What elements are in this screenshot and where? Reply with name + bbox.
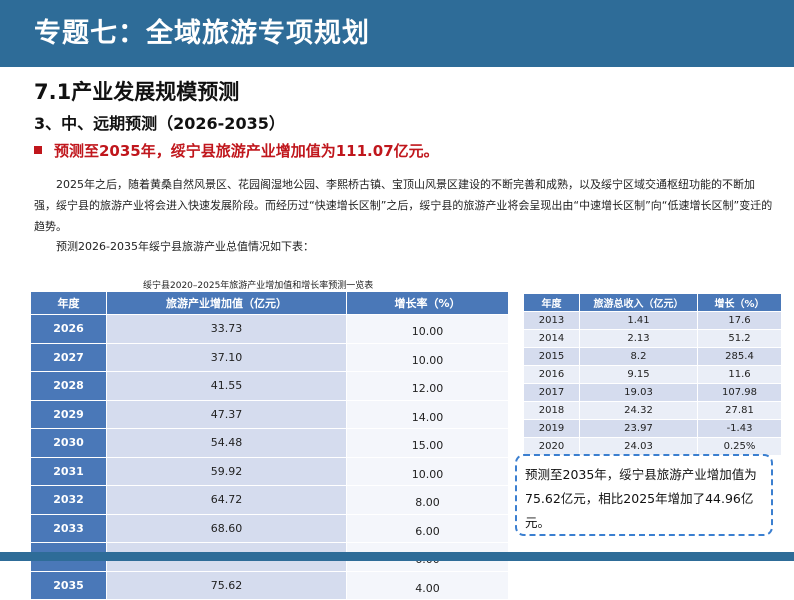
- history-table: 年度 旅游总收入（亿元） 增长（%） 2013 1.41 17.6 2014 2.13 5…: [523, 293, 782, 456]
- intro-text: 预测2026-2035年绥宁县旅游产业总值情况如下表：: [56, 240, 314, 253]
- table-row: 2035 75.62 4.00: [30, 570, 509, 600]
- table-row: 2026 33.73 10.00: [30, 314, 509, 344]
- cell-value: 68.60: [106, 513, 347, 543]
- cell-growth: 285.4: [697, 347, 782, 366]
- table-row: 2033 68.60 6.00: [30, 513, 509, 543]
- body-paragraph: 2025年之后，随着黄桑自然风景区、花园阁湿地公园、李熙桥古镇、宝顶山风景区建设…: [34, 178, 773, 233]
- cell-year: 2015: [523, 347, 580, 366]
- headline-text: 预测至2035年，绥宁县旅游产业增加值为111.07亿元。: [54, 142, 439, 160]
- cell-growth: 107.98: [697, 383, 782, 402]
- cell-year: 2018: [523, 401, 580, 420]
- table-row: 2015 8.2 285.4: [523, 347, 782, 366]
- cell-value: 47.37: [106, 399, 347, 429]
- cell-year: 2033: [30, 513, 107, 543]
- cell-revenue: 23.97: [579, 419, 698, 438]
- table-row: 2017 19.03 107.98: [523, 383, 782, 402]
- header-growth: 增长（%）: [697, 293, 782, 312]
- history-table-body: 2013 1.41 17.6 2014 2.13 51.2 2015 8.2 285.4 2016…: [523, 311, 782, 456]
- cell-value: 33.73: [106, 314, 347, 344]
- cell-revenue: 1.41: [579, 311, 698, 330]
- cell-growth: 10.00: [346, 342, 509, 372]
- table-row: 2029 47.37 14.00: [30, 399, 509, 429]
- table-row: 2032 64.72 8.00: [30, 485, 509, 515]
- cell-growth: 12.00: [346, 371, 509, 401]
- cell-growth: 11.6: [697, 365, 782, 384]
- cell-year: 2020: [523, 437, 580, 456]
- cell-revenue: 9.15: [579, 365, 698, 384]
- table-row: 2030 54.48 15.00: [30, 428, 509, 458]
- cell-value: 54.48: [106, 428, 347, 458]
- table-header-row: 年度 旅游产业增加值（亿元） 增长率（%）: [30, 291, 509, 315]
- cell-growth: 0.25%: [697, 437, 782, 456]
- cell-growth: 27.81: [697, 401, 782, 420]
- summary-note: 预测至2035年，绥宁县旅游产业增加值为75.62亿元，相比2025年增加了44…: [515, 454, 773, 536]
- cell-year: 2013: [523, 311, 580, 330]
- cell-growth: 8.00: [346, 485, 509, 515]
- cell-growth: 14.00: [346, 399, 509, 429]
- header-year: 年度: [523, 293, 580, 312]
- section-subtitle: 3、中、远期预测（2026-2035）: [34, 114, 285, 133]
- cell-year: 2019: [523, 419, 580, 438]
- cell-revenue: 19.03: [579, 383, 698, 402]
- cell-year: 2014: [523, 329, 580, 348]
- cell-revenue: 2.13: [579, 329, 698, 348]
- cell-growth: 51.2: [697, 329, 782, 348]
- table-row: 2020 24.03 0.25%: [523, 437, 782, 456]
- cell-year: 2035: [30, 570, 107, 600]
- cell-growth: 4.00: [346, 570, 509, 600]
- table-header-row: 年度 旅游总收入（亿元） 增长（%）: [523, 293, 782, 312]
- cell-year: 2028: [30, 371, 107, 401]
- cell-year: 2031: [30, 456, 107, 486]
- table-row: 2019 23.97 -1.43: [523, 419, 782, 438]
- header-value: 旅游产业增加值（亿元）: [106, 291, 347, 315]
- cell-growth: 10.00: [346, 456, 509, 486]
- header-growth: 增长率（%）: [346, 291, 509, 315]
- table-row: 2028 41.55 12.00: [30, 371, 509, 401]
- table-row: 2027 37.10 10.00: [30, 342, 509, 372]
- cell-growth: 6.00: [346, 513, 509, 543]
- cell-growth: 10.00: [346, 314, 509, 344]
- cell-year: 2029: [30, 399, 107, 429]
- section-title: 7.1产业发展规模预测: [34, 80, 240, 104]
- title-banner: 专题七：全域旅游专项规划: [0, 0, 794, 67]
- cell-year: 2026: [30, 314, 107, 344]
- cell-growth: 17.6: [697, 311, 782, 330]
- cell-revenue: 24.32: [579, 401, 698, 420]
- cell-value: 75.62: [106, 570, 347, 600]
- cell-revenue: 8.2: [579, 347, 698, 366]
- table-row: 2013 1.41 17.6: [523, 311, 782, 330]
- cell-year: 2017: [523, 383, 580, 402]
- cell-value: 64.72: [106, 485, 347, 515]
- cell-year: 2030: [30, 428, 107, 458]
- footer-bar: [0, 552, 794, 561]
- header-year: 年度: [30, 291, 107, 315]
- cell-year: 2016: [523, 365, 580, 384]
- cell-value: 41.55: [106, 371, 347, 401]
- cell-year: 2027: [30, 342, 107, 372]
- cell-growth: 15.00: [346, 428, 509, 458]
- cell-growth: -1.43: [697, 419, 782, 438]
- square-bullet-icon: [34, 145, 42, 154]
- table-row: 2018 24.32 27.81: [523, 401, 782, 420]
- cell-year: 2032: [30, 485, 107, 515]
- headline: 预测至2035年，绥宁县旅游产业增加值为111.07亿元。: [34, 140, 439, 161]
- header-revenue: 旅游总收入（亿元）: [579, 293, 698, 312]
- cell-value: 37.10: [106, 342, 347, 372]
- table-row: 2031 59.92 10.00: [30, 456, 509, 486]
- table-row: 2016 9.15 11.6: [523, 365, 782, 384]
- cell-value: 59.92: [106, 456, 347, 486]
- banner-title: 专题七：全域旅游专项规划: [34, 18, 370, 49]
- table-row: 2014 2.13 51.2: [523, 329, 782, 348]
- cell-revenue: 24.03: [579, 437, 698, 456]
- table1-caption: 绥宁县2020–2025年旅游产业增加值和增长率预测一览表: [143, 281, 374, 291]
